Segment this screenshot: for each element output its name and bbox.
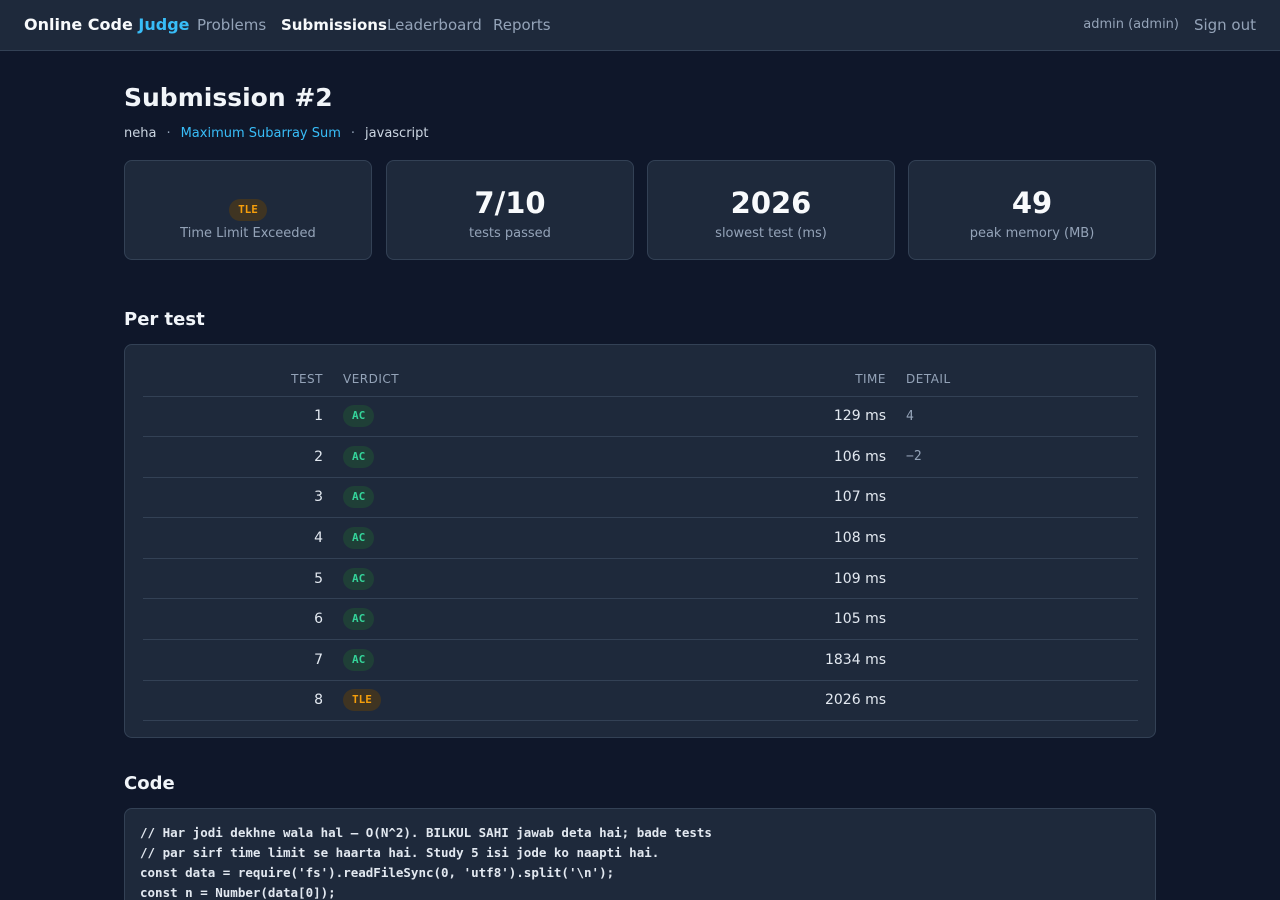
code-line: // Har jodi dekhne wala hal — O(N^2). BI… — [140, 825, 712, 840]
test-time: 108 ms — [623, 517, 896, 559]
table-row: 2 AC 106 ms −2 — [143, 436, 1138, 478]
test-detail — [896, 680, 1138, 722]
current-user-label: admin (admin) — [1083, 17, 1179, 32]
verdict-badge: AC — [343, 527, 375, 550]
test-time: 2026 ms — [623, 680, 896, 722]
verdict-badge: AC — [343, 608, 375, 631]
sign-out-link[interactable]: Sign out — [1194, 16, 1256, 34]
column-header-verdict: VERDICT — [333, 363, 623, 397]
table-row: 7 AC 1834 ms — [143, 639, 1138, 681]
test-number: 8 — [143, 680, 333, 722]
code-block[interactable]: // Har jodi dekhne wala hal — O(N^2). BI… — [124, 808, 1156, 900]
test-time: 129 ms — [623, 396, 896, 438]
test-number: 5 — [143, 558, 333, 600]
nav-link-submissions[interactable]: Submissions — [281, 16, 387, 34]
verdict-cell: AC — [333, 396, 623, 438]
test-time: 1834 ms — [623, 639, 896, 681]
test-detail — [896, 639, 1138, 681]
test-detail — [896, 598, 1138, 641]
verdict-badge: AC — [343, 445, 375, 468]
peak-memory-value: 49 — [1011, 186, 1053, 220]
per-test-table: TEST VERDICT TIME DETAIL 1 AC 129 ms 4 2 AC 10… — [143, 363, 1138, 722]
code-line: // par sirf time limit se haarta hai. St… — [140, 845, 660, 860]
test-number: 7 — [143, 639, 333, 681]
table-row: 1 AC 129 ms 4 — [143, 396, 1138, 438]
verdict-badge: AC — [343, 486, 375, 509]
tests-passed-card: 7/10 tests passed — [386, 160, 634, 260]
problem-link[interactable]: Maximum Subarray Sum — [181, 126, 341, 141]
table-row: 4 AC 108 ms — [143, 517, 1138, 559]
test-time: 105 ms — [623, 598, 896, 641]
submission-language: javascript — [365, 126, 429, 141]
verdict-cell: AC — [333, 436, 623, 478]
verdict-badge: AC — [343, 405, 375, 428]
per-test-panel: TEST VERDICT TIME DETAIL 1 AC 129 ms 4 2 AC 10… — [124, 344, 1156, 738]
verdict-badge: AC — [343, 648, 375, 671]
test-detail: −2 — [896, 436, 1138, 478]
table-row: 3 AC 107 ms — [143, 477, 1138, 519]
test-number: 6 — [143, 598, 333, 641]
test-number: 2 — [143, 436, 333, 478]
table-header-row: TEST VERDICT TIME DETAIL — [143, 363, 1138, 397]
meta-separator: · — [166, 126, 171, 141]
column-header-test: TEST — [143, 363, 333, 397]
test-time: 109 ms — [623, 558, 896, 600]
verdict-badge: AC — [343, 567, 375, 590]
meta-separator: · — [350, 126, 356, 141]
submission-user: neha — [124, 126, 157, 141]
page-title: Submission #2 — [124, 83, 333, 112]
source-code: // Har jodi dekhne wala hal — O(N^2). BI… — [140, 823, 1140, 900]
test-number: 1 — [143, 396, 333, 438]
peak-memory-card: 49 peak memory (MB) — [908, 160, 1156, 260]
nav-link-problems[interactable]: Problems — [197, 16, 266, 34]
slowest-test-value: 2026 — [730, 186, 812, 220]
test-time: 107 ms — [623, 477, 896, 519]
per-test-heading: Per test — [124, 309, 205, 330]
verdict-cell: AC — [333, 639, 623, 681]
table-row: 5 AC 109 ms — [143, 558, 1138, 600]
brand-main-text: Online Code — [24, 15, 139, 34]
test-detail — [896, 558, 1138, 600]
brand-logo[interactable]: Online Code Judge — [24, 15, 190, 34]
submission-meta: neha · Maximum Subarray Sum · javascript — [124, 126, 429, 141]
slowest-test-card: 2026 slowest test (ms) — [647, 160, 895, 260]
verdict-badge: TLE — [229, 199, 267, 221]
slowest-test-label: slowest test (ms) — [715, 226, 827, 241]
test-detail — [896, 517, 1138, 559]
test-detail: 4 — [896, 396, 1138, 438]
verdict-card: TLE Time Limit Exceeded — [124, 160, 372, 260]
verdict-cell: TLE — [333, 680, 623, 722]
test-number: 3 — [143, 477, 333, 519]
verdict-cell: AC — [333, 598, 623, 641]
table-row: 6 AC 105 ms — [143, 598, 1138, 641]
top-navbar: Online Code Judge Problems Submissions L… — [0, 0, 1280, 51]
column-header-time: TIME — [623, 363, 896, 397]
verdict-cell: AC — [333, 477, 623, 519]
column-header-detail: DETAIL — [896, 363, 1138, 397]
verdict-badge: TLE — [343, 689, 381, 712]
test-detail — [896, 477, 1138, 519]
test-time: 106 ms — [623, 436, 896, 478]
nav-link-reports[interactable]: Reports — [493, 16, 551, 34]
peak-memory-label: peak memory (MB) — [969, 226, 1095, 241]
verdict-label: Time Limit Exceeded — [180, 226, 316, 241]
code-line: const data = require('fs').readFileSync(… — [140, 865, 615, 880]
nav-link-leaderboard[interactable]: Leaderboard — [387, 16, 482, 34]
tests-passed-value: 7/10 — [474, 186, 546, 220]
brand-accent-text: Judge — [138, 15, 190, 34]
test-number: 4 — [143, 517, 333, 559]
code-line: const n = Number(data[0]); — [140, 885, 336, 900]
verdict-cell: AC — [333, 558, 623, 600]
verdict-cell: AC — [333, 517, 623, 559]
table-row: 8 TLE 2026 ms — [143, 680, 1138, 722]
tests-passed-label: tests passed — [469, 226, 551, 241]
code-heading: Code — [124, 773, 175, 794]
